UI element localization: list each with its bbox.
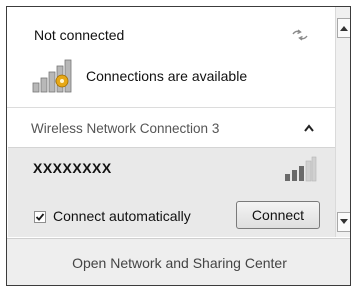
connect-automatically-checkbox[interactable]: [34, 211, 46, 223]
chevron-up-icon[interactable]: [303, 123, 315, 133]
refresh-icon[interactable]: [290, 27, 310, 43]
flyout-footer: Open Network and Sharing Center: [7, 238, 350, 285]
network-ssid: XXXXXXXX: [33, 160, 112, 176]
scroll-up-button[interactable]: [337, 18, 350, 38]
arrow-up-icon: [340, 26, 348, 31]
arrow-down-icon: [340, 219, 348, 224]
network-signal-bars-icon: [32, 59, 72, 93]
adapter-name: Wireless Network Connection 3: [31, 121, 220, 136]
connect-automatically-label[interactable]: Connect automatically: [53, 208, 191, 224]
open-network-sharing-center-link[interactable]: Open Network and Sharing Center: [7, 255, 350, 271]
network-flyout: Not connected Connections are available …: [6, 6, 351, 286]
signal-strength-icon: [285, 156, 317, 182]
section-divider: [7, 107, 335, 108]
connection-status: Not connected: [34, 27, 125, 43]
network-list-panel: Not connected Connections are available …: [7, 7, 335, 237]
vertical-scrollbar[interactable]: [335, 7, 350, 237]
scroll-down-button[interactable]: [337, 212, 350, 232]
connections-available-text: Connections are available: [86, 68, 248, 84]
network-list-item[interactable]: XXXXXXXX Connect automatically Connect: [8, 147, 335, 237]
checkmark-icon: [35, 213, 45, 221]
connect-button[interactable]: Connect: [236, 201, 320, 229]
